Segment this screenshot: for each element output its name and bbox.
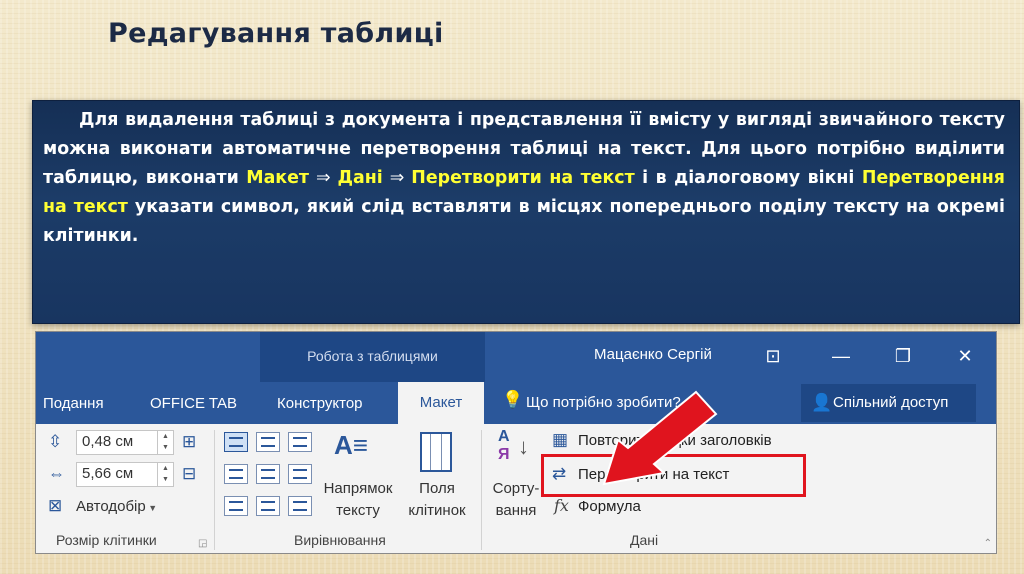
para-layout-highlight: Макет (246, 168, 309, 188)
instruction-panel: Для видалення таблиці з документа і пред… (32, 100, 1020, 324)
slide-title: Редагування таблиці (108, 18, 444, 49)
arrow-right-icon: ⇒ (308, 168, 338, 188)
para-convert-highlight: Перетворити на текст (411, 168, 635, 188)
para-data-highlight: Дані (337, 168, 383, 188)
arrow-right-icon: ⇒ (382, 168, 412, 188)
word-ribbon-screenshot: Робота з таблицями Мацаєнко Сергій ⊡ — ❐… (35, 331, 997, 554)
instruction-paragraph: Для видалення таблиці з документа і пред… (43, 106, 1005, 251)
red-pointer-arrow-icon (602, 390, 718, 486)
para-part3: указати символ, який слід вставляти в мі… (43, 197, 1005, 246)
para-part2: і в діалоговому вікні (634, 168, 862, 188)
